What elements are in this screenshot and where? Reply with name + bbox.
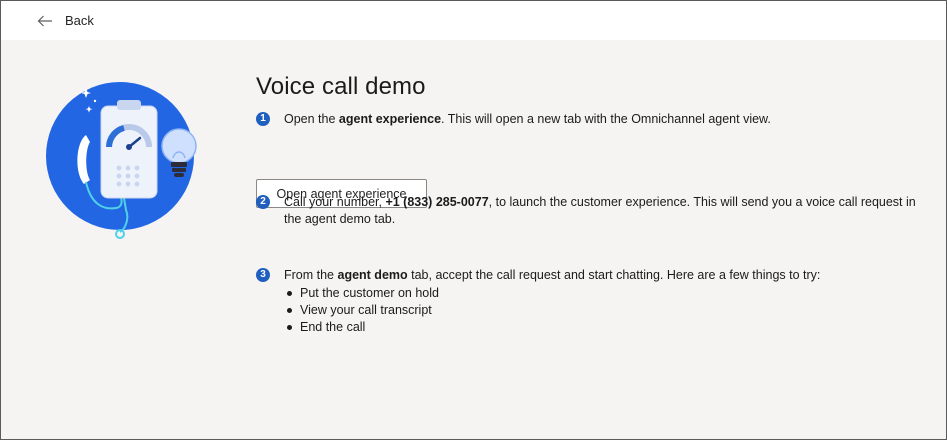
voice-call-demo-page: Back Voice call demo 1 Open the agent ex…: [0, 0, 947, 440]
step-3: 3 From the agent demo tab, accept the ca…: [256, 267, 926, 336]
list-item: View your call transcript: [284, 302, 926, 319]
voice-call-illustration: [46, 82, 197, 239]
step-2-text: Call your number, +1 (833) 285-0077, to …: [284, 195, 916, 226]
step-number-badge: 1: [256, 112, 270, 126]
arrow-left-icon: [37, 15, 52, 26]
step-number-badge: 3: [256, 268, 270, 282]
step-2: 2 Call your number, +1 (833) 285-0077, t…: [256, 194, 926, 228]
step-1-text: Open the agent experience. This will ope…: [284, 112, 771, 126]
step-1: 1 Open the agent experience. This will o…: [256, 111, 926, 208]
list-item: Put the customer on hold: [284, 285, 926, 302]
tips-list: Put the customer on hold View your call …: [256, 285, 926, 336]
demo-content: Voice call demo 1 Open the agent experie…: [256, 73, 926, 334]
page-title: Voice call demo: [256, 73, 426, 100]
step-number-badge: 2: [256, 195, 270, 209]
list-item: End the call: [284, 319, 926, 336]
top-bar: Back: [1, 1, 946, 40]
back-button[interactable]: Back: [37, 13, 94, 28]
step-3-text: From the agent demo tab, accept the call…: [284, 268, 821, 282]
back-label: Back: [65, 13, 94, 28]
